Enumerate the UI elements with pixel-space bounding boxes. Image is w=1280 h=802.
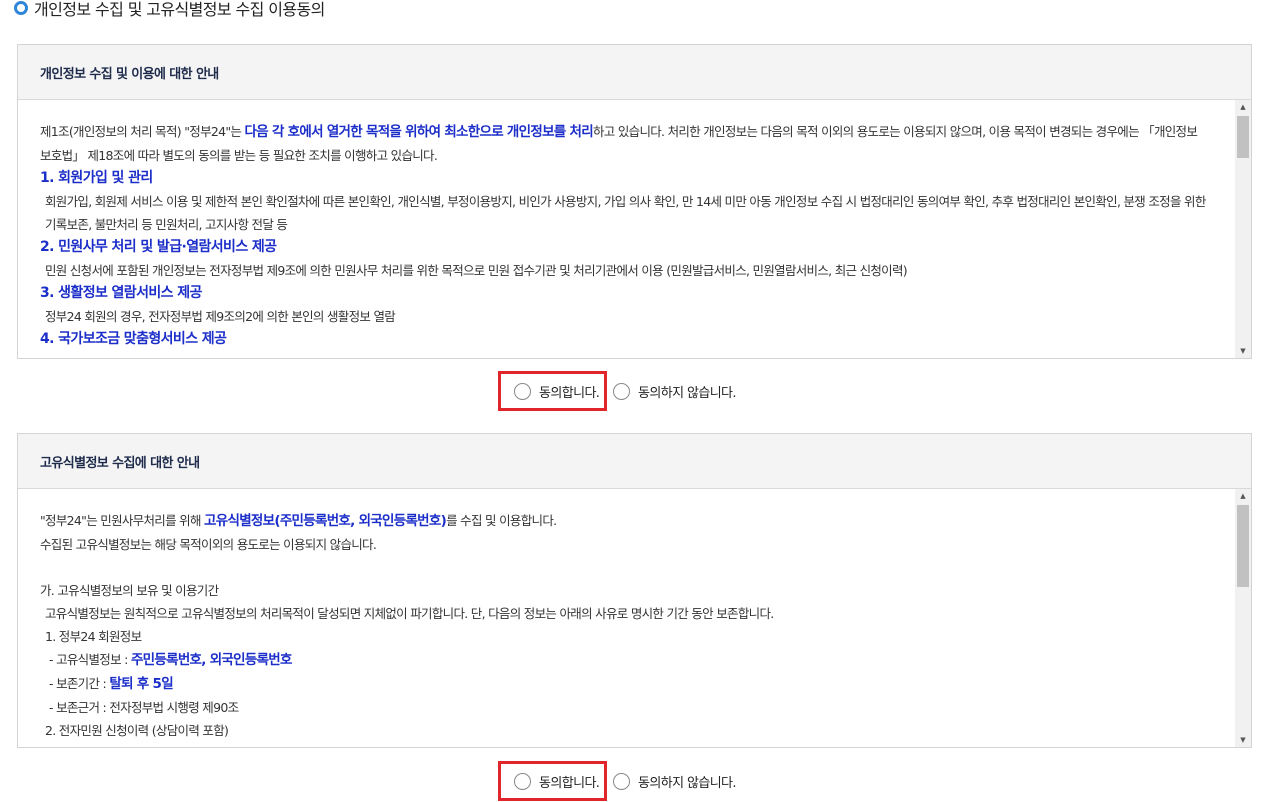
section-title: 2. 민원사무 처리 및 발급·열람서비스 제공 [40,239,277,255]
page-heading: 개인정보 수집 및 고유식별정보 수집 이용동의 [14,0,325,20]
unique-id-scrollbar[interactable]: ▲ ▼ [1235,489,1251,747]
scroll-down-arrow-icon[interactable]: ▼ [1235,344,1251,358]
agree-label[interactable]: 동의합니다. [539,382,600,401]
intro-highlight: 다음 각 호에서 열거한 목적을 위하여 최소한으로 개인정보를 처리 [244,124,594,140]
disagree-label[interactable]: 동의하지 않습니다. [638,772,737,791]
radio-icon[interactable] [613,382,630,400]
section-title: 3. 생활정보 열람서비스 제공 [40,285,202,301]
radio-icon[interactable] [514,772,531,790]
item2: 2. 전자민원 신청이력 (상담이력 포함) [45,723,229,738]
item1-b-label: - 보존기간 : [49,676,110,691]
privacy-agree-option[interactable]: 동의합니다. [498,371,607,411]
item1-b-value: 탈퇴 후 5일 [109,676,173,692]
section-title: 4. 국가보조금 맞춤형서비스 제공 [40,331,227,347]
retention-title: 가. 고유식별정보의 보유 및 이용기간 [40,583,219,598]
scroll-up-arrow-icon[interactable]: ▲ [1235,100,1251,114]
radio-icon[interactable] [613,772,630,790]
privacy-intro: 제1조(개인정보의 처리 목적) "정부24"는 다음 각 호에서 열거한 목적… [40,120,1207,167]
privacy-consent-row: 동의합니다. 동의하지 않습니다. [498,371,737,411]
item1-a-value: 주민등록번호, 외국인등록번호 [130,652,292,668]
section-body: 민원 신청서에 포함된 개인정보는 전자정부법 제9조에 의한 민원사무 처리를… [45,263,908,278]
scroll-up-arrow-icon[interactable]: ▲ [1235,489,1251,503]
scroll-down-arrow-icon[interactable]: ▼ [1235,733,1251,747]
privacy-scroll-area[interactable]: 제1조(개인정보의 처리 목적) "정부24"는 다음 각 호에서 열거한 목적… [18,100,1251,358]
heading-bullet-icon [14,1,28,15]
unique-id-disagree-option[interactable]: 동의하지 않습니다. [613,761,737,801]
agree-label[interactable]: 동의합니다. [539,772,600,791]
unique-id-agree-option[interactable]: 동의합니다. [498,761,607,801]
disagree-label[interactable]: 동의하지 않습니다. [638,382,737,401]
section-body: 정부24 회원의 경우, 전자정부법 제9조의2에 의한 본인의 생활정보 열람 [45,309,396,324]
item1-a-label: - 고유식별정보 : [49,652,131,667]
privacy-panel-title: 개인정보 수집 및 이용에 대한 안내 [18,45,1251,100]
retention-body: 고유식별정보는 원칙적으로 고유식별정보의 처리목적이 달성되면 지체없이 파기… [45,606,774,621]
radio-icon[interactable] [514,382,531,400]
line1-text-cont: 를 수집 및 이용합니다. [446,513,557,528]
unique-id-line2: 수집된 고유식별정보는 해당 목적이외의 용도로는 이용되지 않습니다. [40,537,377,552]
item1: 1. 정부24 회원정보 [45,629,142,644]
item1-c: - 보존근거 : 전자정부법 시행령 제90조 [49,700,239,715]
unique-id-info-panel: 고유식별정보 수집에 대한 안내 "정부24"는 민원사무처리를 위해 고유식별… [17,433,1252,748]
line1-text: "정부24"는 민원사무처리를 위해 [40,513,205,528]
privacy-info-panel: 개인정보 수집 및 이용에 대한 안내 제1조(개인정보의 처리 목적) "정부… [17,44,1252,359]
unique-id-panel-title: 고유식별정보 수집에 대한 안내 [18,434,1251,489]
unique-id-text: "정부24"는 민원사무처리를 위해 고유식별정보(주민등록번호, 외국인등록번… [18,489,1251,742]
scrollbar-thumb[interactable] [1237,116,1249,158]
line1-highlight: 고유식별정보(주민등록번호, 외국인등록번호) [204,513,447,529]
intro-text: 제1조(개인정보의 처리 목적) "정부24"는 [40,124,245,139]
unique-id-consent-row: 동의합니다. 동의하지 않습니다. [498,761,737,801]
section-body: 회원가입, 회원제 서비스 이용 및 제한적 본인 확인절차에 따른 본인확인,… [45,194,1206,232]
page-heading-text: 개인정보 수집 및 고유식별정보 수집 이용동의 [34,0,325,19]
privacy-scrollbar[interactable]: ▲ ▼ [1235,100,1251,358]
unique-id-line1: "정부24"는 민원사무처리를 위해 고유식별정보(주민등록번호, 외국인등록번… [40,509,1207,533]
item1-b: - 보존기간 : 탈퇴 후 5일 [40,672,1207,696]
scrollbar-thumb[interactable] [1237,505,1249,587]
item1-a: - 고유식별정보 : 주민등록번호, 외국인등록번호 [40,648,1207,672]
privacy-text: 제1조(개인정보의 처리 목적) "정부24"는 다음 각 호에서 열거한 목적… [18,100,1251,351]
unique-id-scroll-area[interactable]: "정부24"는 민원사무처리를 위해 고유식별정보(주민등록번호, 외국인등록번… [18,489,1251,747]
privacy-disagree-option[interactable]: 동의하지 않습니다. [613,371,737,411]
section-title: 1. 회원가입 및 관리 [40,170,153,186]
